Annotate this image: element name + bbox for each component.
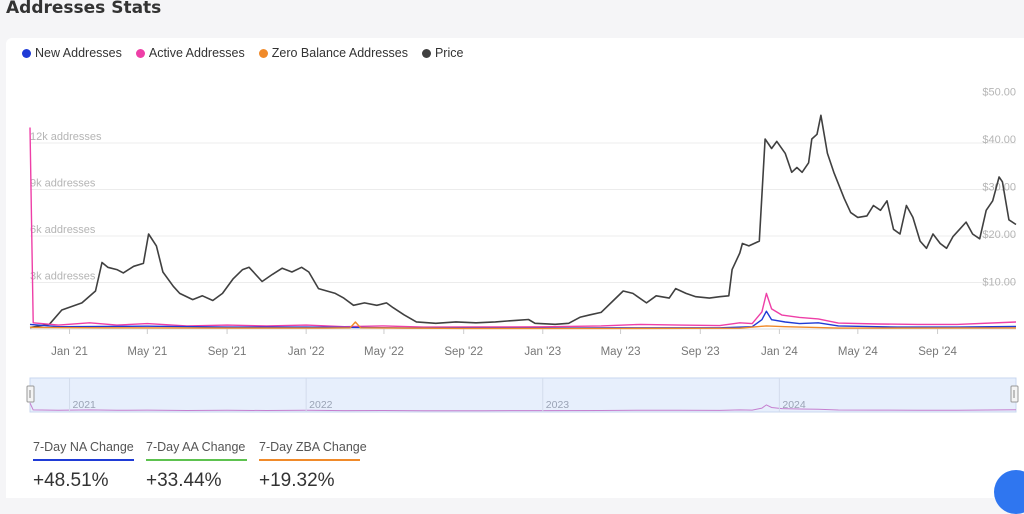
stats-row: 7-Day NA Change +48.51% 7-Day AA Change … — [33, 440, 367, 492]
stat-label: 7-Day AA Change — [146, 440, 246, 454]
x-tick-label: Jan '22 — [288, 346, 325, 358]
stat-value: +19.32% — [259, 470, 335, 491]
y-right-tick-label: $10.00 — [982, 277, 1016, 289]
stat-aa-change: 7-Day AA Change +33.44% — [146, 440, 247, 492]
y-left-tick-label: 3k addresses — [30, 271, 96, 283]
x-tick-label: May '23 — [601, 346, 641, 358]
stat-label: 7-Day NA Change — [33, 440, 134, 454]
y-right-tick-label: $30.00 — [982, 182, 1016, 194]
stat-value: +33.44% — [146, 470, 222, 491]
x-tick-label: May '24 — [838, 346, 879, 358]
stat-underline — [33, 459, 134, 461]
x-tick-label: Sep '24 — [918, 346, 957, 358]
x-tick-label: Sep '23 — [681, 346, 720, 358]
y-right-tick-label: $20.00 — [982, 229, 1016, 241]
x-tick-label: Sep '22 — [444, 346, 483, 358]
x-tick-label: May '22 — [364, 346, 404, 358]
y-left-tick-label: 12k addresses — [30, 131, 102, 143]
x-tick-label: Jan '23 — [524, 346, 561, 358]
addresses-chart[interactable]: 3k addresses 6k addresses 9k addresses 12k … — [0, 0, 1024, 420]
stat-na-change: 7-Day NA Change +48.51% — [33, 440, 134, 492]
navigator-year-label: 2024 — [782, 399, 806, 411]
navigator-year-label: 2022 — [309, 399, 333, 411]
navigator-right-handle[interactable] — [1010, 385, 1019, 403]
stat-underline — [259, 459, 360, 461]
y-left-tick-label: 6k addresses — [30, 224, 96, 236]
y-right-tick-label: $40.00 — [982, 134, 1016, 146]
navigator-track[interactable] — [29, 377, 1017, 413]
chat-fab-button[interactable] — [994, 470, 1024, 514]
x-tick-label: Jan '21 — [51, 346, 88, 358]
navigator-year-label: 2021 — [73, 399, 97, 411]
stat-underline — [146, 459, 247, 461]
navigator-left-handle[interactable] — [26, 385, 35, 403]
stat-zba-change: 7-Day ZBA Change +19.32% — [259, 440, 367, 492]
x-tick-label: May '21 — [127, 346, 167, 358]
stat-value: +48.51% — [33, 470, 109, 491]
range-navigator[interactable]: 2021 2022 2023 2024 — [26, 377, 1019, 413]
x-tick-label: Jan '24 — [761, 346, 798, 358]
x-tick-label: Sep '21 — [208, 346, 247, 358]
navigator-year-label: 2023 — [546, 399, 570, 411]
series-line-price — [29, 114, 1017, 329]
stat-label: 7-Day ZBA Change — [259, 440, 367, 454]
series-line-active-addresses — [29, 127, 1017, 328]
y-left-tick-label: 9k addresses — [30, 178, 96, 190]
y-right-tick-label: $50.00 — [982, 87, 1016, 99]
